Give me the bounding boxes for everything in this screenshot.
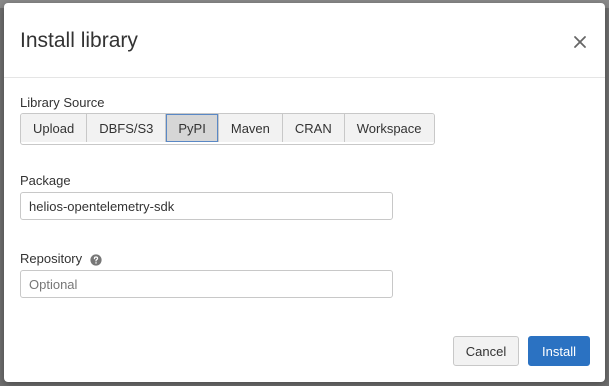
- close-icon: [574, 36, 586, 48]
- source-option-dbfs-s3[interactable]: DBFS/S3: [87, 114, 167, 142]
- cancel-button[interactable]: Cancel: [453, 336, 519, 366]
- repository-label-row: Repository: [20, 251, 102, 267]
- dialog-header: Install library: [4, 3, 605, 78]
- repository-input[interactable]: [20, 270, 393, 298]
- source-option-maven[interactable]: Maven: [218, 114, 283, 142]
- library-source-selector: Upload DBFS/S3 PyPI Maven CRAN Workspace: [20, 113, 435, 145]
- source-option-cran[interactable]: CRAN: [282, 114, 345, 142]
- question-circle-icon[interactable]: [90, 253, 102, 266]
- source-option-upload[interactable]: Upload: [21, 114, 88, 142]
- repository-label: Repository: [20, 251, 83, 266]
- library-source-label: Library Source: [20, 95, 105, 110]
- package-label: Package: [20, 173, 71, 188]
- dialog-title: Install library: [20, 29, 138, 52]
- source-option-pypi[interactable]: PyPI: [166, 114, 219, 142]
- close-button[interactable]: [571, 33, 589, 51]
- source-option-workspace[interactable]: Workspace: [344, 114, 434, 142]
- package-input[interactable]: [20, 192, 393, 220]
- install-button[interactable]: Install: [528, 336, 590, 366]
- install-library-dialog: Install library Library Source Upload DB…: [4, 3, 605, 382]
